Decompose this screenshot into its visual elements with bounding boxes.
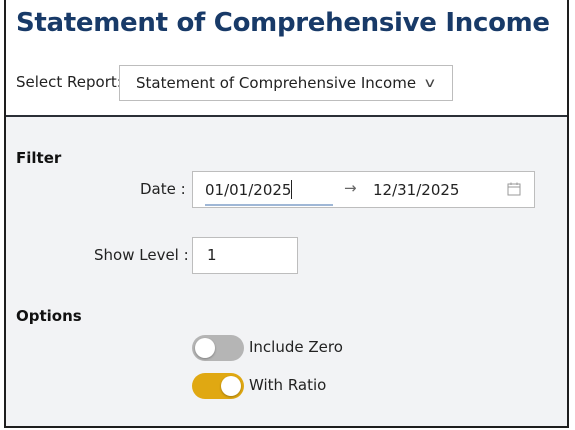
active-input-underline (205, 204, 333, 206)
select-report-label: Select Report: (16, 73, 122, 91)
date-start-input[interactable]: 01/01/2025 (205, 181, 291, 199)
options-section-title: Options (16, 307, 82, 325)
show-level-label: Show Level : (94, 246, 189, 264)
report-page: Statement of Comprehensive Income Select… (4, 0, 569, 428)
date-label: Date : (140, 180, 186, 198)
include-zero-toggle[interactable] (192, 335, 244, 361)
filter-panel: Filter Date : 01/01/2025 → 12/31/2025 Sh… (6, 117, 567, 426)
header: Statement of Comprehensive Income Select… (6, 0, 567, 117)
with-ratio-label: With Ratio (249, 376, 327, 394)
include-zero-label: Include Zero (249, 338, 343, 356)
chevron-down-icon: v (425, 76, 436, 91)
toggle-knob (221, 376, 241, 396)
page-title: Statement of Comprehensive Income (16, 8, 550, 38)
date-end-input[interactable]: 12/31/2025 (373, 181, 459, 199)
filter-section-title: Filter (16, 149, 62, 167)
report-select-dropdown[interactable]: Statement of Comprehensive Income v (119, 65, 453, 101)
with-ratio-toggle[interactable] (192, 373, 244, 399)
arrow-right-icon: → (344, 179, 357, 197)
report-select-value: Statement of Comprehensive Income (136, 74, 417, 92)
text-caret (291, 180, 292, 199)
toggle-knob (195, 338, 215, 358)
date-range-picker[interactable]: 01/01/2025 → 12/31/2025 (192, 171, 535, 208)
show-level-input[interactable]: 1 (192, 237, 298, 274)
calendar-icon[interactable] (507, 182, 521, 196)
